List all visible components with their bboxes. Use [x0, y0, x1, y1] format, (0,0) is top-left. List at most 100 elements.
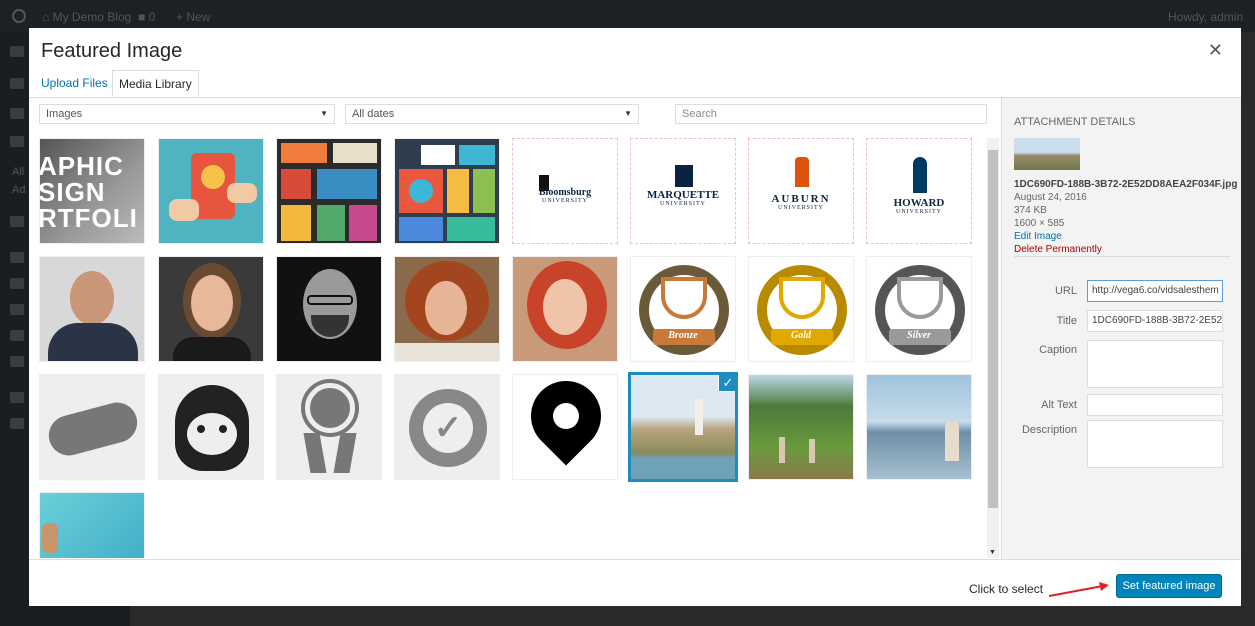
posts-icon[interactable]	[10, 78, 24, 89]
attachment-thumb[interactable]	[512, 256, 618, 362]
modal-title: Featured Image	[41, 40, 183, 62]
crest-icon	[675, 165, 693, 187]
attachment-thumb[interactable]	[158, 138, 264, 244]
click-to-select-hint: Click to select	[969, 582, 1044, 596]
pages-icon[interactable]	[10, 136, 24, 147]
attachment-thumb[interactable]	[394, 138, 500, 244]
tower-icon	[795, 157, 809, 187]
details-info: 1DC690FD-188B-3B72-2E52DD8AEA2F034F.jpg …	[1014, 178, 1237, 256]
attachment-thumb[interactable]	[39, 492, 145, 558]
attachment-thumb[interactable]	[276, 256, 382, 362]
flat-icon	[447, 169, 469, 213]
comments-link[interactable]: ■ 0	[138, 10, 155, 24]
alt-text-label: Alt Text	[1041, 399, 1077, 411]
attachment-thumb[interactable]: Bronze	[630, 256, 736, 362]
scroll-down-icon[interactable]: ▼	[989, 549, 996, 556]
attachment-thumb-selected[interactable]: ✓	[628, 372, 738, 482]
attachment-thumb[interactable]: Gold	[748, 256, 854, 362]
logo-line: HOWARD	[893, 197, 945, 209]
badge-label: Silver	[907, 330, 931, 341]
attachment-thumb[interactable]: MARQUETTE UNIVERSITY	[630, 138, 736, 244]
details-heading: Attachment Details	[1014, 116, 1136, 128]
hand-illustration	[227, 183, 257, 203]
tab-upload-files[interactable]: Upload Files	[35, 70, 114, 97]
red-arrow-icon	[1048, 582, 1109, 597]
globe-icon	[409, 179, 433, 203]
logo-text: AUBURN UNIVERSITY	[749, 193, 853, 211]
attachment-thumb[interactable]	[748, 374, 854, 480]
caption-label: Caption	[1039, 344, 1077, 356]
attachment-thumb[interactable]: Silver	[866, 256, 972, 362]
url-label: URL	[1054, 285, 1077, 297]
attachment-thumb[interactable]	[394, 256, 500, 362]
collapse-icon[interactable]	[10, 418, 24, 429]
attachment-thumb[interactable]: AUBURN UNIVERSITY	[748, 138, 854, 244]
plugin-icon[interactable]	[10, 392, 24, 403]
attachment-details-panel: Attachment Details 1DC690FD-188B-3B72-2E…	[1001, 98, 1241, 559]
attachment-thumb[interactable]	[866, 374, 972, 480]
swimmer-figure	[42, 523, 58, 553]
title-field[interactable]: 1DC690FD-188B-3B72-2E52D	[1087, 310, 1223, 332]
media-icon[interactable]	[10, 108, 24, 119]
howdy-link[interactable]: Howdy, admin	[1168, 10, 1243, 24]
plugins-icon[interactable]	[10, 278, 24, 289]
details-thumbnail	[1014, 138, 1080, 170]
yoga-figure	[809, 439, 815, 463]
flat-icon	[459, 145, 495, 165]
attachment-thumb[interactable]	[276, 374, 382, 480]
search-input[interactable]: Search	[675, 104, 987, 124]
caption-field[interactable]	[1087, 340, 1223, 388]
url-field[interactable]: http://vega6.co/vidsalesthem	[1087, 280, 1223, 302]
title-label: Title	[1056, 315, 1077, 327]
yoga-figure	[779, 437, 785, 463]
sidebar-item-add[interactable]: Ad	[12, 184, 25, 196]
retro-icon	[281, 143, 327, 163]
attachment-thumb[interactable]	[276, 138, 382, 244]
new-content-link[interactable]: + New	[176, 10, 210, 24]
delete-permanently-link[interactable]: Delete Permanently	[1014, 243, 1237, 256]
comments-icon[interactable]	[10, 216, 24, 227]
date-filter[interactable]: All dates ▼	[345, 104, 639, 124]
attachment-thumb[interactable]	[512, 374, 618, 480]
face-shape	[425, 281, 467, 335]
tools-icon[interactable]	[10, 330, 24, 341]
set-featured-image-button[interactable]: Set featured image	[1116, 574, 1222, 598]
site-name: My Demo Blog	[52, 10, 132, 24]
appearance-icon[interactable]	[10, 252, 24, 263]
attachment-thumb[interactable]	[39, 256, 145, 362]
chevron-down-icon: ▼	[320, 109, 328, 118]
attachment-thumb[interactable]: HOWARD UNIVERSITY	[866, 138, 972, 244]
logo-text: HOWARD UNIVERSITY	[867, 197, 971, 215]
close-icon[interactable]: ✕	[1208, 40, 1223, 61]
body-shape	[173, 337, 251, 361]
yoga-figure	[945, 421, 959, 461]
glasses-icon	[333, 143, 377, 163]
attachment-thumb[interactable]	[39, 374, 145, 480]
settings-icon[interactable]	[10, 356, 24, 367]
logo-line: Bloomsburg	[538, 187, 592, 198]
attachment-thumb[interactable]: ✓	[394, 374, 500, 480]
attachment-thumb[interactable]	[158, 256, 264, 362]
dashboard-icon[interactable]	[10, 46, 24, 57]
logo-text: Bloomsburg UNIVERSITY	[513, 187, 617, 204]
wordpress-logo-icon[interactable]	[12, 9, 26, 23]
handshake-icon	[44, 398, 142, 460]
chevron-down-icon: ▼	[624, 109, 632, 118]
attachment-thumb[interactable]: APHIC SIGN RTFOLI	[39, 138, 145, 244]
attachment-thumb[interactable]	[158, 374, 264, 480]
site-name-link[interactable]: ⌂ My Demo Blog	[42, 10, 131, 24]
checkmark-icon[interactable]: ✓	[718, 375, 735, 392]
users-icon[interactable]	[10, 304, 24, 315]
tab-media-library[interactable]: Media Library	[112, 70, 199, 97]
suit-shape	[48, 323, 138, 361]
media-type-filter[interactable]: Images ▼	[39, 104, 335, 124]
sidebar-item-all[interactable]: All	[12, 166, 24, 178]
details-divider	[1014, 256, 1230, 257]
retro-icon	[317, 169, 377, 199]
edit-image-link[interactable]: Edit Image	[1014, 230, 1237, 243]
scrollbar-thumb[interactable]	[988, 150, 998, 508]
alt-text-field[interactable]	[1087, 394, 1223, 416]
attachment-thumb[interactable]: Bloomsburg UNIVERSITY	[512, 138, 618, 244]
logo-line: MARQUETTE	[646, 189, 720, 201]
description-field[interactable]	[1087, 420, 1223, 468]
